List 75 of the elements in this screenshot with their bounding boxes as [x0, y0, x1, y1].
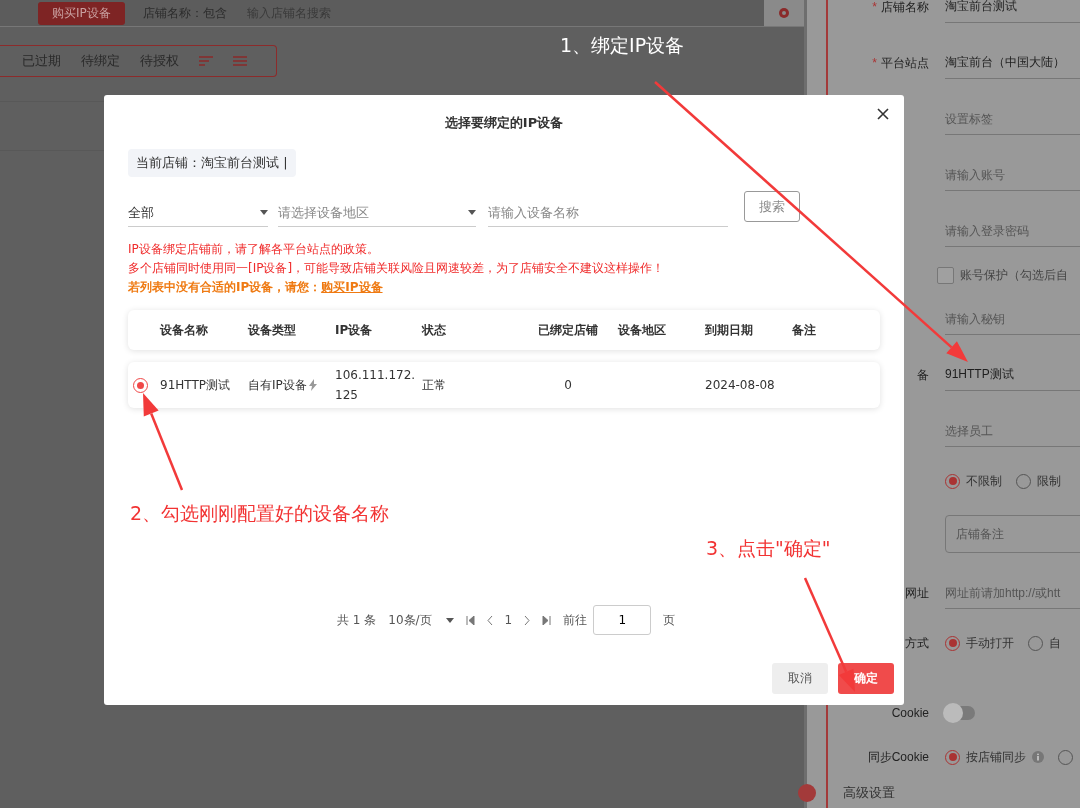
search-button[interactable]: 搜索	[744, 191, 800, 222]
column-header: 到期日期	[705, 321, 754, 339]
field-label: 店铺名称	[881, 0, 929, 14]
caret-icon	[468, 210, 476, 215]
radio-label: 按店铺同步	[966, 748, 1026, 766]
buy-device-button[interactable]: 购买IP设备	[38, 1, 125, 25]
input-field[interactable]: 请输入登录密码	[945, 223, 1080, 238]
previous-page-icon[interactable]	[486, 615, 493, 625]
table-cell-text: 正常	[422, 376, 447, 394]
field-label: 备	[917, 367, 929, 382]
caret-icon	[445, 617, 454, 623]
last-page-icon[interactable]	[542, 615, 552, 625]
caret-icon	[260, 210, 268, 215]
field-value[interactable]: 91HTTP测试	[945, 366, 1014, 383]
page-size-select[interactable]: 10条/页	[388, 611, 454, 629]
type-select[interactable]: 全部	[128, 199, 268, 227]
column-header: 设备地区	[618, 321, 667, 339]
current-page[interactable]: 1	[504, 613, 513, 627]
goto-label: 前往	[563, 611, 588, 629]
column-header: 状态	[422, 321, 447, 339]
sort-icon[interactable]	[199, 56, 213, 66]
input-field[interactable]: 请输入账号	[945, 167, 1080, 182]
notice-text: 多个店铺同时使用同一[IP设备]，可能导致店铺关联风险且网速较差，为了店铺安全不建议这样操作！	[128, 260, 666, 277]
notice-text: 若列表中没有合适的IP设备，请您：购买IP设备	[128, 279, 384, 296]
input-field[interactable]: 请输入秘钥	[945, 311, 1080, 326]
section-heading: 高级设置	[843, 785, 895, 800]
dialog-title: 选择要绑定的IP设备	[443, 114, 565, 132]
notice-text: IP设备绑定店铺前，请了解各平台站点的政策。	[128, 241, 380, 258]
radio-label: 限制	[1037, 472, 1061, 490]
remark-field[interactable]: 店铺备注	[945, 515, 1080, 553]
total-count: 共 1 条	[337, 611, 377, 629]
annotation-text: 1、绑定IP设备	[560, 33, 685, 58]
settings-icon	[777, 6, 791, 20]
close-icon	[876, 107, 890, 121]
table-cell: 自有IP设备	[248, 376, 307, 394]
field-label: Cookie	[891, 706, 929, 720]
table-cell-text: 0	[563, 378, 573, 392]
radio-label: 自	[1049, 634, 1061, 652]
checkbox[interactable]	[937, 266, 954, 284]
list-icon[interactable]	[233, 56, 247, 66]
table-cell-text: 2024-08-08	[705, 378, 776, 392]
required-mark: *	[872, 55, 877, 70]
checkbox-label: 账号保护（勾选后自	[960, 266, 1068, 284]
first-page-icon[interactable]	[465, 615, 475, 625]
field-label: 网址	[905, 585, 929, 600]
lightning-icon	[308, 379, 317, 391]
column-header: 设备类型	[248, 321, 297, 339]
column-header: IP设备	[335, 321, 374, 339]
input-field[interactable]: 网址前请加http://或htt	[945, 585, 1080, 600]
radio-label: 手动打开	[966, 634, 1014, 652]
field-label: 方式	[905, 635, 929, 650]
current-shop-tag: 当前店铺：淘宝前台测试 |	[128, 149, 296, 177]
close-button[interactable]	[876, 107, 890, 121]
input-field[interactable]: 设置标签	[945, 111, 1080, 126]
column-header: 备注	[792, 321, 817, 339]
region-select[interactable]: 请选择设备地区	[278, 199, 476, 227]
field-label: 同步Cookie	[867, 749, 929, 764]
field-value[interactable]: 淘宝前台测试	[945, 0, 1017, 15]
column-header: 已绑定店铺	[537, 321, 599, 339]
toggle-switch[interactable]	[945, 706, 975, 720]
field-value[interactable]: 淘宝前台（中国大陆）	[945, 54, 1065, 71]
page-number-field[interactable]: 1	[593, 605, 652, 635]
timeline-dot	[798, 784, 816, 802]
column-header: 设备名称	[160, 321, 209, 339]
input-field[interactable]: 选择员工	[945, 423, 1080, 438]
table-cell-text: 106.111.172.125	[335, 367, 417, 404]
table-cell-text: 91HTTP测试	[160, 376, 231, 394]
annotation-text: 3、点击"确定"	[706, 536, 831, 562]
page-suffix: 页	[663, 611, 676, 629]
cancel-button[interactable]: 取消	[772, 663, 828, 694]
radio-label: 不限制	[966, 472, 1002, 490]
field-label: 平台站点	[881, 55, 929, 70]
settings-button[interactable]	[764, 0, 804, 26]
required-mark: *	[872, 0, 877, 14]
next-page-icon[interactable]	[524, 615, 531, 625]
